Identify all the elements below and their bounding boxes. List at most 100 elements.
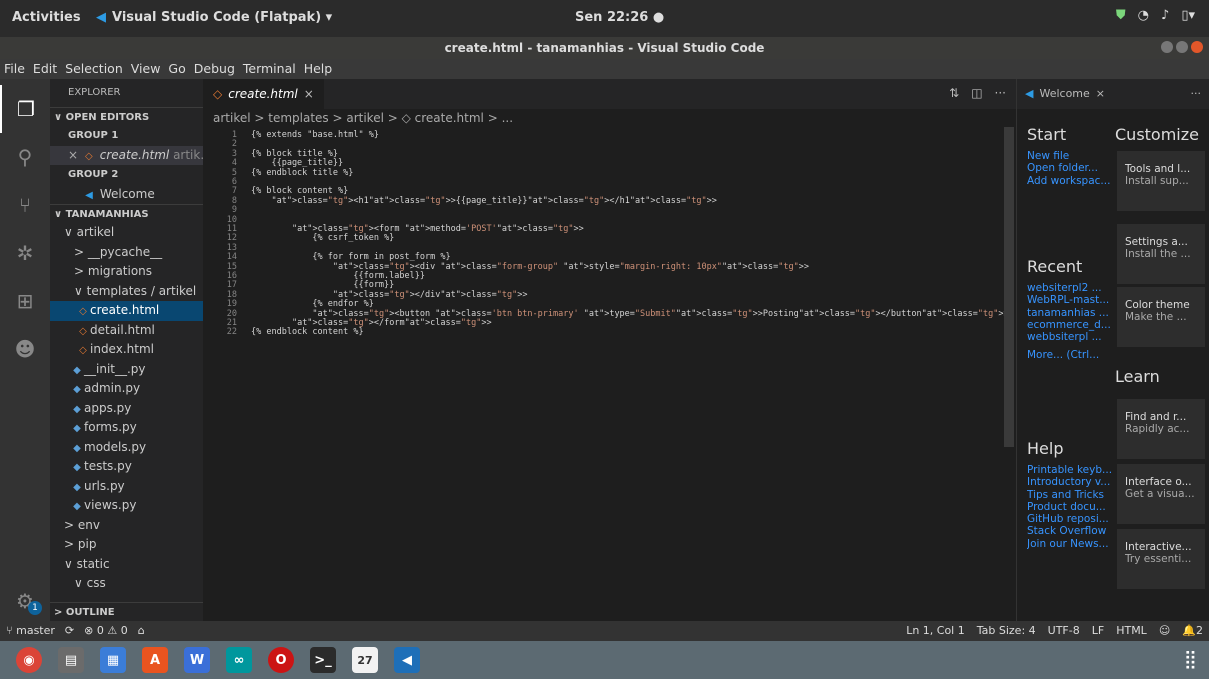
close-button[interactable]	[1191, 41, 1203, 53]
welcome-card[interactable]: Settings a... Install the ...	[1117, 224, 1205, 284]
language-mode[interactable]: HTML	[1116, 621, 1147, 641]
more-actions-icon[interactable]: ···	[1191, 79, 1202, 109]
tree-item[interactable]: ◇ index.html	[50, 340, 203, 360]
welcome-link[interactable]: Stack Overflow	[1027, 525, 1119, 537]
activities-button[interactable]: Activities	[12, 10, 81, 25]
tab-welcome[interactable]: ◀ Welcome × ···	[1017, 79, 1209, 109]
welcome-link[interactable]: Printable keyb...	[1027, 464, 1119, 476]
code-line[interactable]: {% endblock title %}	[251, 168, 353, 178]
welcome-link[interactable]: Join our News...	[1027, 538, 1119, 550]
tree-item[interactable]: ∨ static	[50, 555, 203, 575]
welcome-link[interactable]: Tips and Tricks	[1027, 489, 1119, 501]
welcome-card[interactable]: Find and r... Rapidly ac...	[1117, 399, 1205, 459]
tree-item[interactable]: ◆ __init__.py	[50, 360, 203, 380]
tree-item[interactable]: ∨ css	[50, 574, 203, 594]
more-actions-icon[interactable]: ···	[995, 86, 1006, 100]
sync-icon[interactable]: ⟳	[65, 621, 74, 641]
tree-item[interactable]: ◆ tests.py	[50, 457, 203, 477]
welcome-link[interactable]: Open folder...	[1027, 162, 1119, 174]
tree-item[interactable]: ∨ artikel	[50, 223, 203, 243]
arduino-icon[interactable]: ∞	[226, 647, 252, 673]
welcome-link[interactable]: tanamanhias ...	[1027, 307, 1119, 319]
problems-indicator[interactable]: ⊗ 0 ⚠ 0	[84, 621, 128, 641]
welcome-card[interactable]: Color theme Make the ...	[1117, 287, 1205, 347]
encoding[interactable]: UTF-8	[1048, 621, 1080, 641]
code-line[interactable]: {% extends "base.html" %}	[251, 130, 379, 140]
welcome-link[interactable]: Introductory v...	[1027, 476, 1119, 488]
branch-indicator[interactable]: ⑂ master	[6, 621, 55, 641]
tree-item[interactable]: ◆ urls.py	[50, 477, 203, 497]
more-recent-link[interactable]: More... (Ctrl...	[1027, 349, 1119, 361]
menu-help[interactable]: Help	[304, 59, 333, 79]
tree-item[interactable]: > env	[50, 516, 203, 536]
tree-item[interactable]: ◇ create.html	[50, 301, 203, 321]
split-editor-icon[interactable]: ◫	[971, 86, 982, 100]
menu-go[interactable]: Go	[168, 59, 185, 79]
system-tray[interactable]: ⛊ ◔ ♪ ▯▾	[1116, 8, 1195, 23]
line-ending[interactable]: LF	[1092, 621, 1104, 641]
welcome-link[interactable]: webbsiterpl ...	[1027, 331, 1119, 343]
tab-create-html[interactable]: ◇ create.html ×	[203, 79, 324, 109]
project-section[interactable]: ∨ TANAMANHIAS	[50, 204, 203, 223]
welcome-link[interactable]: ecommerce_d...	[1027, 319, 1119, 331]
welcome-link[interactable]: New file	[1027, 150, 1119, 162]
open-editors-section[interactable]: ∨ OPEN EDITORS	[50, 107, 203, 126]
welcome-card[interactable]: Tools and l... Install sup...	[1117, 151, 1205, 211]
source-control-icon[interactable]: ⑂	[0, 181, 50, 229]
code-line[interactable]: {% endblock content %}	[251, 327, 364, 337]
explorer-icon[interactable]: ❐	[0, 85, 50, 133]
live-share-icon[interactable]: ☻	[0, 325, 50, 373]
menu-debug[interactable]: Debug	[194, 59, 235, 79]
code-line[interactable]: {% csrf_token %}	[251, 233, 394, 243]
tree-item[interactable]: ◆ views.py	[50, 496, 203, 516]
compare-icon[interactable]: ⇅	[949, 86, 959, 100]
tree-item[interactable]: ◆ forms.py	[50, 418, 203, 438]
app-menu[interactable]: ◀ Visual Studio Code (Flatpak) ▾	[96, 10, 332, 25]
menu-selection[interactable]: Selection	[65, 59, 123, 79]
open-editor-create[interactable]: × ◇ create.html artik...	[50, 145, 203, 165]
tree-item[interactable]: ◇ detail.html	[50, 321, 203, 341]
welcome-link[interactable]: websiterpl2 ...	[1027, 282, 1119, 294]
close-icon[interactable]: ×	[68, 148, 78, 162]
tree-item[interactable]: > migrations	[50, 262, 203, 282]
breadcrumb[interactable]: artikel > templates > artikel > ◇ create…	[203, 109, 1016, 127]
tab-size[interactable]: Tab Size: 4	[977, 621, 1036, 641]
welcome-link[interactable]: GitHub reposi...	[1027, 513, 1119, 525]
files-icon[interactable]: ▤	[58, 647, 84, 673]
welcome-card[interactable]: Interface o... Get a visua...	[1117, 464, 1205, 524]
menu-edit[interactable]: Edit	[33, 59, 57, 79]
chrome-icon[interactable]: ◉	[16, 647, 42, 673]
window-controls[interactable]	[1161, 41, 1203, 53]
debug-icon[interactable]: ✲	[0, 229, 50, 277]
store-icon[interactable]: A	[142, 647, 168, 673]
vscode-dock-icon[interactable]: ◀	[394, 647, 420, 673]
search-icon[interactable]: ⚲	[0, 133, 50, 181]
terminal-icon[interactable]: >_	[310, 647, 336, 673]
tree-item[interactable]: > pip	[50, 535, 203, 555]
minimize-button[interactable]	[1161, 41, 1173, 53]
cursor-position[interactable]: Ln 1, Col 1	[906, 621, 965, 641]
maximize-button[interactable]	[1176, 41, 1188, 53]
extensions-icon[interactable]: ⊞	[0, 277, 50, 325]
welcome-link[interactable]: Add workspac...	[1027, 175, 1119, 187]
home-icon[interactable]: ⌂	[138, 621, 145, 641]
tree-item[interactable]: > __pycache__	[50, 243, 203, 263]
outline-section[interactable]: > OUTLINE	[50, 602, 203, 621]
shield-icon[interactable]: ⛊	[1116, 8, 1126, 23]
menu-view[interactable]: View	[131, 59, 161, 79]
open-editor-welcome[interactable]: ◀ Welcome	[50, 185, 203, 205]
welcome-card[interactable]: Interactive... Try essenti...	[1117, 529, 1205, 589]
tree-item[interactable]: ∨ templates / artikel	[50, 282, 203, 302]
scrollbar[interactable]	[1004, 127, 1014, 447]
opera-icon[interactable]: O	[268, 647, 294, 673]
menu-terminal[interactable]: Terminal	[243, 59, 296, 79]
code-line[interactable]: "at">class="tg"><h1"at">class="tg">>{{pa…	[251, 196, 716, 206]
tree-item[interactable]: ◆ models.py	[50, 438, 203, 458]
show-apps-icon[interactable]: ⣿	[1184, 649, 1197, 670]
writer-icon[interactable]: ▦	[100, 647, 126, 673]
close-icon[interactable]: ×	[304, 79, 314, 109]
tree-item[interactable]: ◆ admin.py	[50, 379, 203, 399]
clock[interactable]: Sen 22:26 ●	[575, 10, 664, 25]
calendar-icon[interactable]: 27	[352, 647, 378, 673]
feedback-icon[interactable]: ☺	[1159, 621, 1170, 641]
